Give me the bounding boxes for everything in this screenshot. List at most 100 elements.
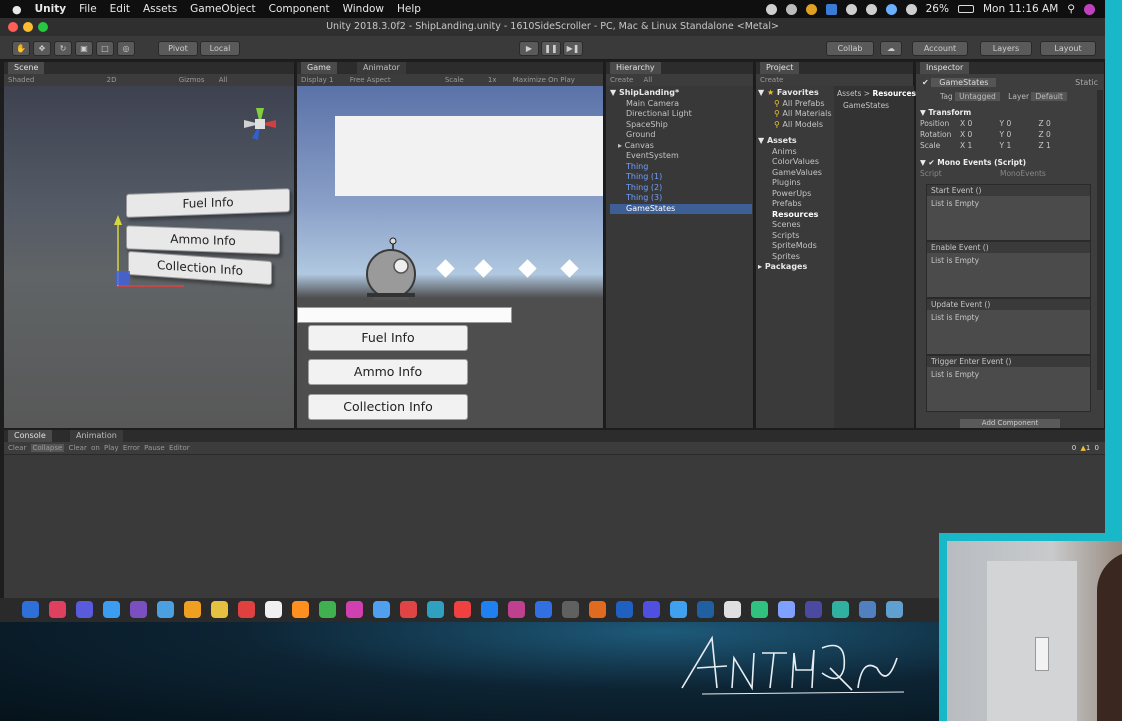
folder-item[interactable]: Anims [758, 147, 834, 158]
tab-inspector[interactable]: Inspector [920, 62, 970, 74]
position-x-field[interactable]: 0 [968, 119, 1000, 128]
layer-dropdown[interactable]: Default [1031, 92, 1067, 101]
error-count[interactable]: 0 [1095, 444, 1099, 452]
add-component-button[interactable]: Add Component [960, 419, 1060, 428]
axis-gizmo[interactable] [240, 104, 280, 144]
static-toggle[interactable]: Static [1075, 78, 1098, 87]
hierarchy-create-dropdown[interactable]: Create [610, 76, 633, 84]
dock-app-icon[interactable] [49, 601, 66, 618]
2d-toggle[interactable]: 2D [107, 76, 117, 84]
list-item[interactable]: ⚲ All Models [758, 120, 834, 131]
scale-value[interactable]: 1x [488, 76, 497, 84]
step-button[interactable]: ▶❚ [563, 41, 583, 56]
layout-dropdown[interactable]: Layout [1040, 41, 1096, 56]
tab-scene[interactable]: Scene [8, 62, 45, 74]
dock-app-icon[interactable] [670, 601, 687, 618]
move-tool-button[interactable]: ✥ [33, 41, 51, 56]
shaded-dropdown[interactable]: Shaded [8, 76, 34, 84]
dock-app-icon[interactable] [832, 601, 849, 618]
menu-help[interactable]: Help [397, 3, 421, 15]
game-collection-info-button[interactable]: Collection Info [308, 394, 468, 420]
scene-root[interactable]: ▼ ShipLanding* [610, 88, 752, 99]
folder-item[interactable]: Sprites [758, 252, 834, 263]
dock-app-icon[interactable] [22, 601, 39, 618]
dock-app-icon[interactable] [454, 601, 471, 618]
aspect-dropdown[interactable]: Free Aspect [350, 76, 391, 84]
list-item[interactable]: Thing (2) [610, 183, 752, 194]
list-item[interactable]: ▸ Canvas [610, 141, 752, 152]
list-item[interactable]: Main Camera [610, 99, 752, 110]
dock-app-icon[interactable] [292, 601, 309, 618]
dock-app-icon[interactable] [427, 601, 444, 618]
account-dropdown[interactable]: Account [912, 41, 968, 56]
menu-app[interactable]: Unity [35, 3, 66, 15]
rotation-y-field[interactable]: 0 [1007, 130, 1039, 139]
maximize-on-play-toggle[interactable]: Maximize On Play [513, 76, 575, 84]
dock-app-icon[interactable] [805, 601, 822, 618]
script-field[interactable]: MonoEvents [1000, 169, 1046, 178]
dock-app-icon[interactable] [778, 601, 795, 618]
collab-button[interactable]: Collab [826, 41, 874, 56]
script-header[interactable]: ▼ ✔ Mono Events (Script) [920, 158, 1102, 169]
folder-item[interactable]: Scenes [758, 220, 834, 231]
menu-assets[interactable]: Assets [143, 3, 177, 15]
status-icon[interactable] [765, 3, 777, 15]
list-item[interactable]: Thing (1) [610, 172, 752, 183]
battery-icon[interactable] [957, 5, 974, 13]
tab-game[interactable]: Game [301, 62, 337, 74]
search-icon[interactable]: ⚲ [1067, 3, 1075, 15]
dock-app-icon[interactable] [265, 601, 282, 618]
gizmos-dropdown[interactable]: Gizmos [179, 76, 205, 84]
battery-percent[interactable]: 26% [926, 3, 949, 15]
menu-gameobject[interactable]: GameObject [190, 3, 255, 15]
dock-app-icon[interactable] [751, 601, 768, 618]
pivot-toggle[interactable]: Pivot [158, 41, 198, 56]
dock-app-icon[interactable] [157, 601, 174, 618]
rect-tool-button[interactable]: □ [96, 41, 114, 56]
game-fuel-info-button[interactable]: Fuel Info [308, 325, 468, 351]
packages-folder[interactable]: ▸ Packages [758, 262, 834, 273]
apple-icon[interactable]: ● [12, 3, 22, 16]
dock-app-icon[interactable] [400, 601, 417, 618]
rotation-z-field[interactable]: 0 [1046, 130, 1051, 139]
dock-app-icon[interactable] [562, 601, 579, 618]
folder-item[interactable]: GameValues [758, 168, 834, 179]
console-collapse[interactable]: Collapse [30, 444, 65, 452]
dock-app-icon[interactable] [373, 601, 390, 618]
folder-item[interactable]: Scripts [758, 231, 834, 242]
console-clear[interactable]: Clear [8, 444, 26, 452]
dock-app-icon[interactable] [508, 601, 525, 618]
dock-app-icon[interactable] [184, 601, 201, 618]
menu-edit[interactable]: Edit [110, 3, 130, 15]
status-icon[interactable] [825, 3, 837, 15]
dock-app-icon[interactable] [535, 601, 552, 618]
dock-app-icon[interactable] [589, 601, 606, 618]
dock-app-icon[interactable] [643, 601, 660, 618]
console-editor[interactable]: Editor [169, 444, 190, 452]
console-error-pause[interactable]: Error Pause [123, 444, 165, 452]
warning-count[interactable]: 1 [1086, 444, 1090, 452]
breadcrumb-assets[interactable]: Assets [837, 89, 861, 98]
transform-header[interactable]: ▼ Transform [920, 108, 1102, 119]
menu-component[interactable]: Component [269, 3, 330, 15]
list-item[interactable]: ⚲ All Prefabs [758, 99, 834, 110]
dock-app-icon[interactable] [724, 601, 741, 618]
status-icon[interactable] [885, 3, 897, 15]
tab-project[interactable]: Project [760, 62, 800, 74]
status-icon[interactable] [845, 3, 857, 15]
folder-item[interactable]: Plugins [758, 178, 834, 189]
hierarchy-search[interactable]: All [644, 76, 653, 84]
list-item[interactable]: SpaceShip [610, 120, 752, 131]
tag-dropdown[interactable]: Untagged [955, 92, 1000, 101]
scale-x-field[interactable]: 1 [968, 141, 1000, 150]
dock-app-icon[interactable] [346, 601, 363, 618]
tab-animator[interactable]: Animator [357, 62, 406, 74]
game-viewport[interactable]: Fuel Info Ammo Info Collection Info [297, 86, 603, 428]
list-item[interactable]: Thing [610, 162, 752, 173]
dock-app-icon[interactable] [211, 601, 228, 618]
pause-button[interactable]: ❚❚ [541, 41, 561, 56]
dock-app-icon[interactable] [481, 601, 498, 618]
file-item[interactable]: GameStates [837, 101, 911, 110]
folder-item-selected[interactable]: Resources [758, 210, 834, 221]
dock-app-icon[interactable] [886, 601, 903, 618]
